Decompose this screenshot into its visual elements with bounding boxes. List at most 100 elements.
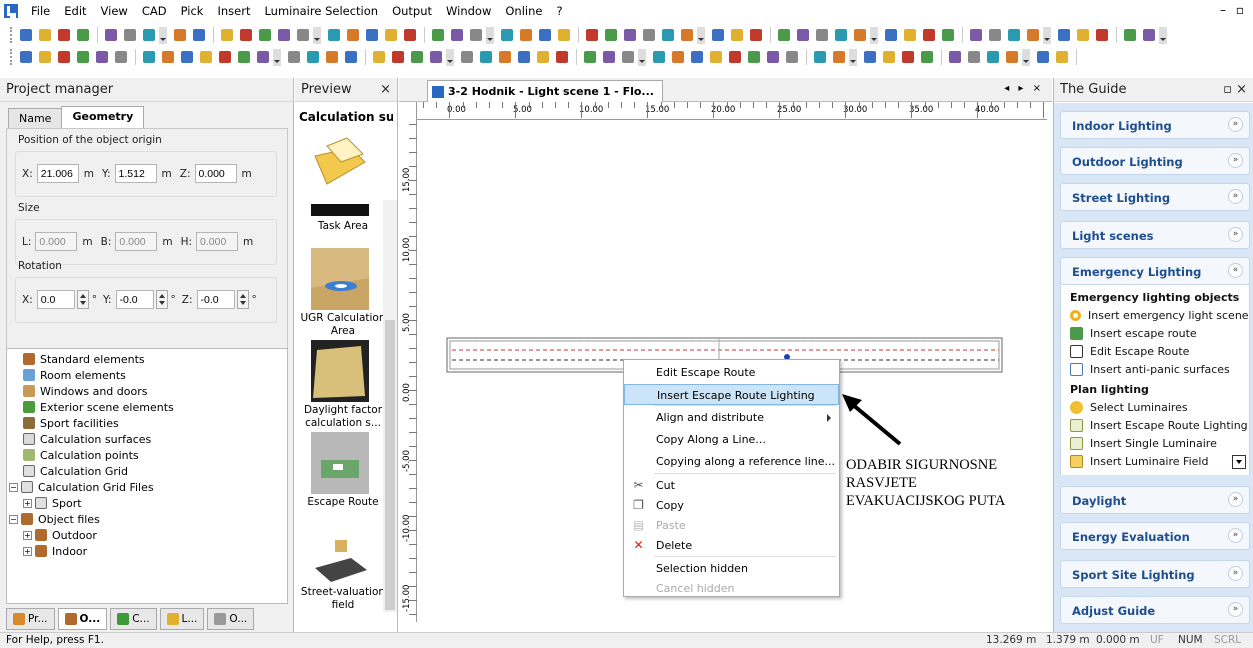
- toolbar-tool-icon[interactable]: [534, 49, 551, 66]
- rotation-x-spinner[interactable]: [76, 290, 89, 309]
- toolbar-tool-icon[interactable]: [794, 27, 811, 44]
- toolbar-dropdown[interactable]: [446, 48, 454, 66]
- tree-item-indoor[interactable]: + Indoor: [23, 543, 87, 559]
- toolbar-tool-icon[interactable]: [190, 27, 207, 44]
- expand-icon[interactable]: +: [23, 546, 32, 556]
- toolbar-tool-icon[interactable]: [813, 27, 830, 44]
- tab-name[interactable]: Name: [8, 108, 63, 128]
- toolbar-tool-icon[interactable]: [901, 27, 918, 44]
- toolbar-tool-icon[interactable]: [745, 49, 762, 66]
- tree-item-room-elements[interactable]: Room elements: [23, 367, 126, 383]
- toolbar-tool-icon[interactable]: [237, 27, 254, 44]
- toolbar-tool-icon[interactable]: [783, 49, 800, 66]
- rotation-y-field[interactable]: [115, 290, 154, 309]
- menu-edit[interactable]: Edit: [57, 0, 93, 22]
- tab-project[interactable]: Pr...: [6, 608, 55, 630]
- guide-section-sport[interactable]: Sport Site Lighting »: [1060, 560, 1250, 588]
- toolbar-tool-icon[interactable]: [669, 49, 686, 66]
- insert-emergency-scene-link[interactable]: Insert emergency light scene: [1070, 309, 1249, 322]
- toolbar-tool-icon[interactable]: [121, 27, 138, 44]
- toolbar-tool-icon[interactable]: [880, 49, 897, 66]
- guide-section-adjust[interactable]: Adjust Guide »: [1060, 596, 1250, 624]
- context-item-insert-escape-route-lighting[interactable]: Insert Escape Route Lighting: [624, 384, 839, 405]
- toolbar-dropdown[interactable]: [870, 26, 878, 44]
- tree-item-exterior-scene[interactable]: Exterior scene elements: [23, 399, 174, 415]
- toolbar-tool-icon[interactable]: [678, 27, 695, 44]
- folder-icon[interactable]: [311, 134, 369, 190]
- tree-item-calculation-surfaces[interactable]: Calculation surfaces: [23, 431, 151, 447]
- chevron-down-icon[interactable]: »: [1228, 528, 1243, 543]
- toolbar-tool-icon[interactable]: [458, 49, 475, 66]
- toolbar-tool-icon[interactable]: [659, 27, 676, 44]
- toolbar-tool-icon[interactable]: [517, 27, 534, 44]
- daylight-factor-thumbnail[interactable]: [311, 340, 369, 402]
- toolbar-tool-icon[interactable]: [1140, 27, 1157, 44]
- toolbar-tool-icon[interactable]: [1053, 49, 1070, 66]
- toolbar-tool-icon[interactable]: [581, 49, 598, 66]
- context-item-align-and-distribute[interactable]: Align and distribute: [624, 407, 839, 428]
- collapse-icon[interactable]: −: [9, 482, 18, 492]
- toolbar-tool-icon[interactable]: [477, 49, 494, 66]
- toolbar-tool-icon[interactable]: [370, 49, 387, 66]
- toolbar-tool-icon[interactable]: [17, 27, 34, 44]
- toolbar-tool-icon[interactable]: [650, 49, 667, 66]
- context-item-selection-hidden[interactable]: Selection hidden: [624, 558, 839, 579]
- guide-section-indoor[interactable]: Indoor Lighting »: [1060, 111, 1250, 139]
- insert-escape-route-link[interactable]: Insert escape route: [1070, 327, 1197, 340]
- toolbar-tool-icon[interactable]: [640, 27, 657, 44]
- tree-item-sport[interactable]: + Sport: [23, 495, 82, 511]
- toolbar-tool-icon[interactable]: [74, 49, 91, 66]
- toolbar-tool-icon[interactable]: [811, 49, 828, 66]
- toolbar-tool-icon[interactable]: [619, 49, 636, 66]
- toolbar-tool-icon[interactable]: [707, 49, 724, 66]
- escape-route-thumbnail[interactable]: [311, 432, 369, 494]
- toolbar-tool-icon[interactable]: [178, 49, 195, 66]
- guide-section-outdoor[interactable]: Outdoor Lighting »: [1060, 147, 1250, 175]
- toolbar-tool-icon[interactable]: [832, 27, 849, 44]
- ugr-area-thumbnail[interactable]: [311, 248, 369, 310]
- window-controls[interactable]: – ▫: [1220, 3, 1247, 17]
- guide-section-street[interactable]: Street Lighting »: [1060, 183, 1250, 211]
- menu-luminaire-selection[interactable]: Luminaire Selection: [257, 0, 385, 22]
- toolbar-tool-icon[interactable]: [1005, 27, 1022, 44]
- toolbar-dropdown[interactable]: [1022, 48, 1030, 66]
- toolbar-tool-icon[interactable]: [197, 49, 214, 66]
- toolbar-tool-icon[interactable]: [427, 49, 444, 66]
- toolbar-tool-icon[interactable]: [342, 49, 359, 66]
- toolbar-tool-icon[interactable]: [918, 49, 935, 66]
- toolbar-tool-icon[interactable]: [851, 27, 868, 44]
- toolbar-tool-icon[interactable]: [382, 27, 399, 44]
- toolbar-tool-icon[interactable]: [882, 27, 899, 44]
- context-item-cut[interactable]: ✂ Cut: [624, 475, 839, 496]
- tree-item-calc-grid-files[interactable]: − Calculation Grid Files: [9, 479, 154, 495]
- context-item-copying-along-a-reference-line[interactable]: Copying along a reference line...: [624, 451, 839, 472]
- toolbar-tool-icon[interactable]: [344, 27, 361, 44]
- context-item-delete[interactable]: ✕ Delete: [624, 535, 839, 556]
- toolbar-dropdown[interactable]: [1159, 26, 1167, 44]
- menu-window[interactable]: Window: [439, 0, 498, 22]
- toolbar-tool-icon[interactable]: [93, 49, 110, 66]
- toolbar-tool-icon[interactable]: [600, 49, 617, 66]
- toolbar-tool-icon[interactable]: [830, 49, 847, 66]
- toolbar-tool-icon[interactable]: [275, 27, 292, 44]
- tree-item-outdoor[interactable]: + Outdoor: [23, 527, 97, 543]
- chevron-down-icon[interactable]: »: [1228, 227, 1243, 242]
- toolbar-tool-icon[interactable]: [36, 27, 53, 44]
- toolbar-dropdown[interactable]: [697, 26, 705, 44]
- edit-escape-route-link[interactable]: Edit Escape Route: [1070, 345, 1189, 358]
- toolbar-tool-icon[interactable]: [536, 27, 553, 44]
- chevron-down-icon[interactable]: »: [1228, 602, 1243, 617]
- toolbar-tool-icon[interactable]: [1024, 27, 1041, 44]
- toolbar-tool-icon[interactable]: [218, 27, 235, 44]
- toolbar-tool-icon[interactable]: [171, 27, 188, 44]
- insert-anti-panic-link[interactable]: Insert anti-panic surfaces: [1070, 363, 1230, 376]
- toolbar-tool-icon[interactable]: [363, 27, 380, 44]
- tree-item-sport-facilities[interactable]: Sport facilities: [23, 415, 119, 431]
- context-item-copy-along-a-line[interactable]: Copy Along a Line...: [624, 429, 839, 450]
- menu-output[interactable]: Output: [385, 0, 439, 22]
- menu-file[interactable]: File: [24, 0, 57, 22]
- toolbar-dropdown[interactable]: [313, 26, 321, 44]
- toolbar-tool-icon[interactable]: [235, 49, 252, 66]
- chevron-down-icon[interactable]: »: [1228, 153, 1243, 168]
- toolbar-tool-icon[interactable]: [986, 27, 1003, 44]
